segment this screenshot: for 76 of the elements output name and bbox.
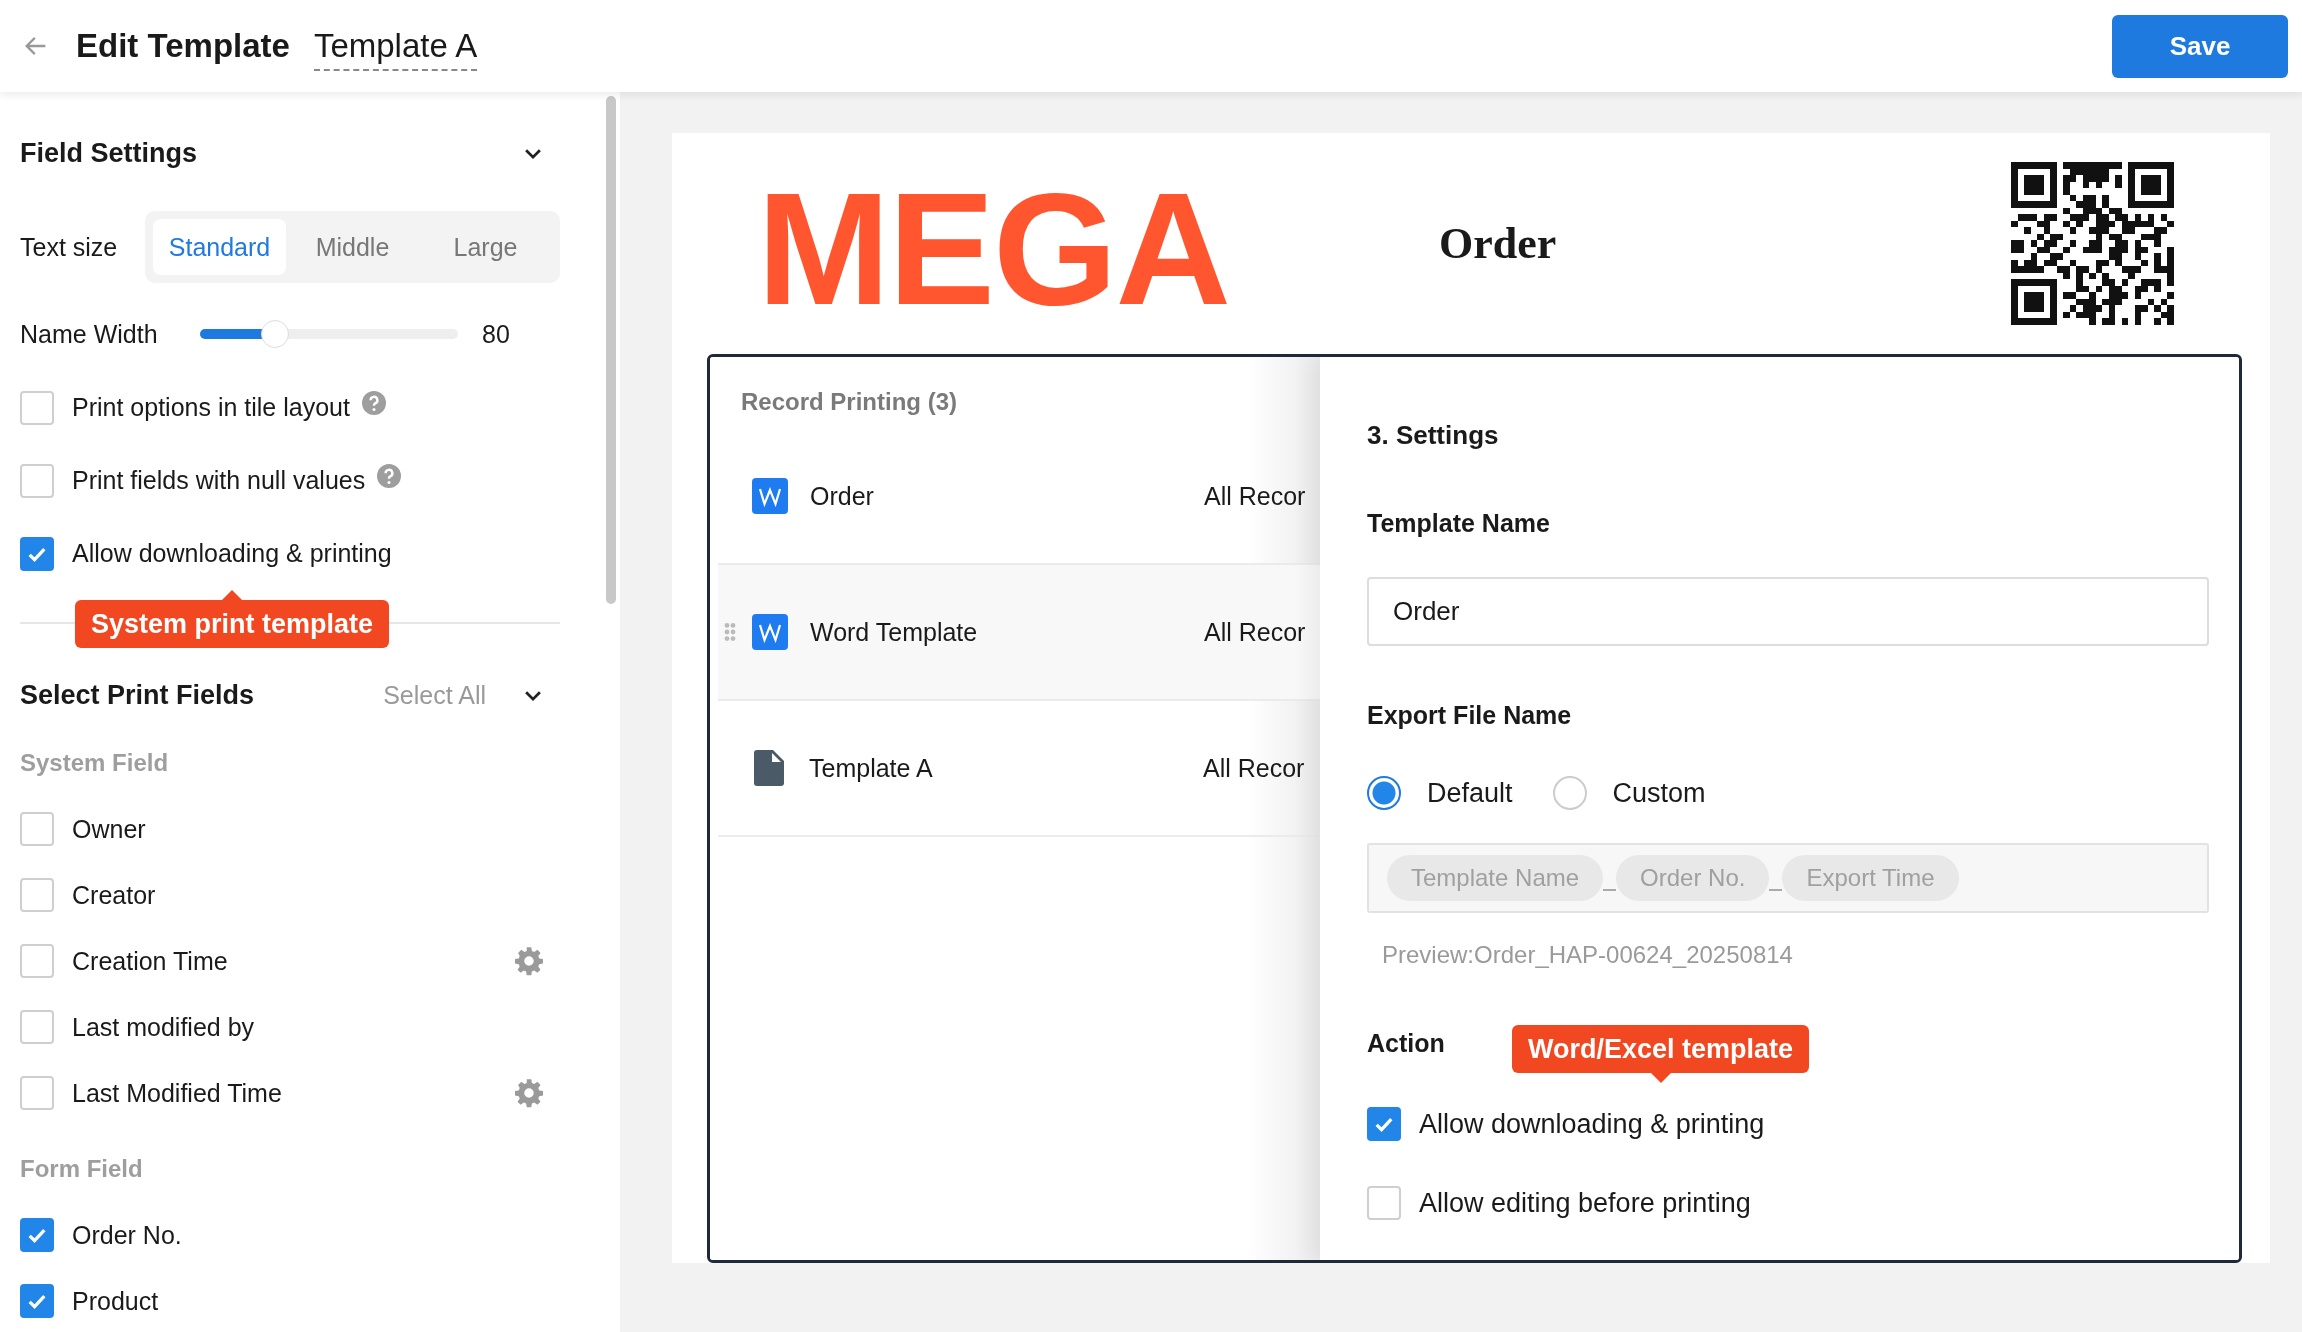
text-size-option[interactable]: Middle xyxy=(286,219,419,275)
checkbox[interactable] xyxy=(20,463,54,498)
file-icon xyxy=(754,750,784,786)
field-label: Export File Name xyxy=(1367,700,1573,731)
file-name-token: Export Time xyxy=(1782,855,1959,901)
template-name: Template A xyxy=(809,753,934,783)
help-icon[interactable] xyxy=(361,390,386,415)
template-row[interactable]: Word Template All Recor xyxy=(718,565,1320,701)
callout-tooltip: System print template xyxy=(75,600,390,648)
checkbox[interactable] xyxy=(20,1218,54,1252)
checkbox[interactable] xyxy=(20,878,54,912)
option-label: Print options in tile layout xyxy=(72,393,350,422)
select-all-link[interactable]: Select All xyxy=(383,680,486,710)
field-label: Last Modified Time xyxy=(72,1078,282,1108)
text-size-label: Text size xyxy=(20,232,119,262)
field-label: Last modified by xyxy=(72,1012,255,1042)
file-name-token: Order No. xyxy=(1616,855,1770,901)
field-label: Creator xyxy=(72,880,156,910)
template-name: Word Template xyxy=(810,617,979,647)
drag-handle-icon[interactable] xyxy=(724,622,736,642)
section-title: Field Settings xyxy=(20,137,198,169)
word-document-icon xyxy=(752,614,788,650)
field-label: Order No. xyxy=(72,1220,182,1250)
record-scope: All Recor xyxy=(1204,617,1306,647)
radio-label: Custom xyxy=(1612,777,1706,809)
checkbox[interactable] xyxy=(20,812,54,846)
record-scope: All Recor xyxy=(1204,481,1306,511)
word-document-icon xyxy=(752,478,788,514)
field-label: Action xyxy=(1367,1028,1445,1059)
checkbox[interactable] xyxy=(20,536,54,571)
name-width-value: 80 xyxy=(482,319,510,349)
field-label: Creation Time xyxy=(72,946,228,976)
scrollbar[interactable] xyxy=(606,96,616,604)
section-title: Select Print Fields xyxy=(20,679,255,711)
checkbox[interactable] xyxy=(1367,1186,1401,1220)
option-label: Print fields with null values xyxy=(72,466,366,495)
option-label: Allow editing before printing xyxy=(1419,1187,1751,1219)
pointer-icon xyxy=(1650,1073,1671,1083)
radio-button[interactable] xyxy=(1552,776,1587,810)
checkbox[interactable] xyxy=(20,1010,54,1044)
file-name-preview: Preview:Order_HAP-00624_20250814 xyxy=(1381,940,1794,970)
template-name-input[interactable]: Order xyxy=(1367,577,2209,646)
option-label: Allow downloading & printing xyxy=(72,539,392,568)
checkbox[interactable] xyxy=(1367,1107,1401,1141)
checkbox[interactable] xyxy=(20,390,54,425)
field-label: Template Name xyxy=(1367,508,1551,539)
save-button[interactable]: Save xyxy=(2112,14,2288,78)
checkbox[interactable] xyxy=(20,1284,54,1318)
template-name-field[interactable]: Template A xyxy=(313,27,478,71)
settings-icon[interactable] xyxy=(514,1078,544,1108)
callout-tooltip: Word/Excel template xyxy=(1512,1025,1810,1073)
page-title: Edit Template xyxy=(76,27,290,65)
group-heading: Form Field xyxy=(20,1154,144,1184)
template-name: Order xyxy=(810,481,875,511)
group-heading: System Field xyxy=(20,748,170,778)
document-title: Order xyxy=(1439,218,1557,269)
settings-title: 3. Settings xyxy=(1367,419,1500,452)
field-label: Owner xyxy=(72,814,146,844)
radio-label: Default xyxy=(1427,777,1513,809)
settings-icon[interactable] xyxy=(514,946,544,976)
record-scope: All Recor xyxy=(1203,753,1305,783)
help-icon[interactable] xyxy=(377,463,402,488)
pointer-icon xyxy=(222,590,243,600)
list-title: Record Printing (3) xyxy=(740,387,958,417)
text-size-option[interactable]: Large xyxy=(419,219,552,275)
file-name-token: Template Name xyxy=(1387,855,1604,901)
name-width-slider[interactable] xyxy=(200,320,458,348)
checkbox[interactable] xyxy=(20,1076,54,1110)
radio-button[interactable] xyxy=(1367,776,1401,810)
text-size-option[interactable]: Standard xyxy=(153,219,286,275)
company-logo: MEGA xyxy=(757,168,1229,329)
field-label: Product xyxy=(72,1286,159,1316)
option-label: Allow downloading & printing xyxy=(1419,1108,1765,1140)
checkbox[interactable] xyxy=(20,944,54,978)
slider-thumb[interactable] xyxy=(260,320,289,348)
name-width-label: Name Width xyxy=(20,319,159,349)
